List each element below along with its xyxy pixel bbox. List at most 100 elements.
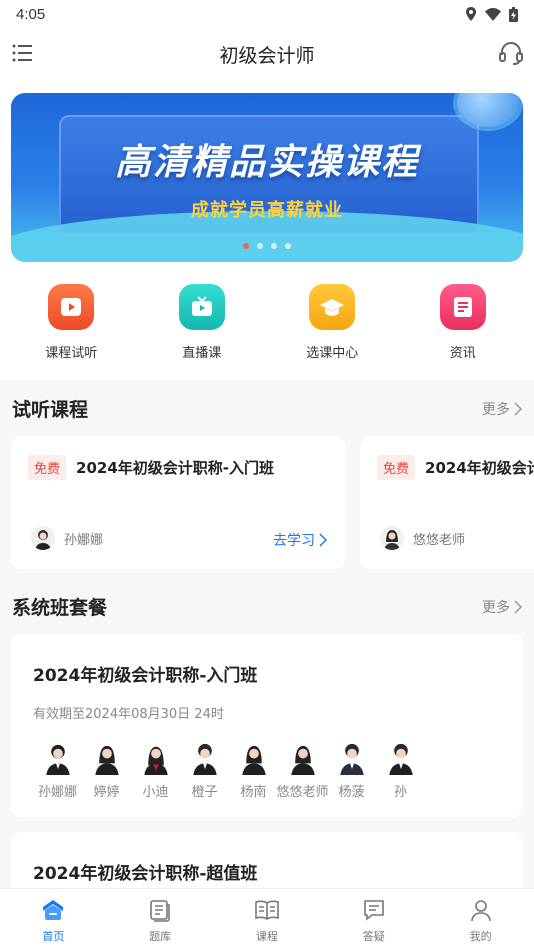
avatar bbox=[380, 526, 404, 550]
quick-item-course-trial[interactable]: 课程试听 bbox=[16, 284, 126, 364]
tv-icon bbox=[178, 284, 225, 330]
banner-pagination bbox=[11, 243, 523, 249]
teacher-item: 橙子 bbox=[180, 740, 229, 800]
headset-icon bbox=[499, 42, 523, 65]
avatar bbox=[339, 743, 364, 775]
more-label: 更多 bbox=[482, 599, 510, 616]
quick-item-live[interactable]: 直播课 bbox=[147, 284, 257, 364]
course-book-icon bbox=[255, 900, 279, 920]
package-section-header: 系统班套餐 更多 bbox=[12, 593, 522, 620]
trial-card-header: 免费 2024年初级会计职称-入门班 bbox=[28, 455, 274, 480]
bottom-tab-bar: 首页 题库 课程 答疑 我的 bbox=[0, 888, 534, 950]
tab-home[interactable]: 首页 bbox=[0, 889, 107, 950]
trial-course-card[interactable]: 免费 2024年初级会计职称-入门班 孙娜娜 去学习 bbox=[11, 436, 345, 569]
teacher-item: 小迪 bbox=[131, 740, 180, 800]
tab-label: 课程 bbox=[255, 930, 278, 943]
trial-section-header: 试听课程 更多 bbox=[12, 395, 522, 422]
tab-question-bank[interactable]: 题库 bbox=[107, 889, 214, 950]
location-icon bbox=[466, 7, 476, 21]
graduation-cap-icon bbox=[309, 284, 356, 330]
tab-label: 题库 bbox=[149, 930, 172, 943]
question-bank-icon bbox=[150, 900, 170, 922]
tab-profile[interactable]: 我的 bbox=[427, 889, 534, 950]
wifi-icon bbox=[485, 7, 501, 21]
go-study-label: 去学习 bbox=[273, 533, 315, 549]
avatar bbox=[241, 745, 266, 775]
banner-dot[interactable] bbox=[257, 243, 263, 249]
news-icon bbox=[439, 284, 486, 330]
avatar bbox=[31, 526, 55, 550]
section-title: 系统班套餐 bbox=[12, 597, 108, 619]
go-study-link[interactable]: 去学习 bbox=[273, 530, 327, 550]
chevron-right-icon bbox=[319, 533, 327, 547]
play-icon bbox=[48, 284, 95, 330]
trial-more-link[interactable]: 更多 bbox=[482, 399, 522, 419]
trial-card-header: 免费 2024年初级会计职称-入门班 bbox=[377, 455, 534, 480]
teacher-name: 孙娜娜 bbox=[64, 532, 104, 548]
tab-label: 我的 bbox=[469, 930, 492, 943]
page-title: 初级会计师 bbox=[219, 44, 315, 67]
home-icon bbox=[43, 900, 64, 920]
teacher-item: 孙 bbox=[376, 740, 425, 800]
quick-item-label: 选课中心 bbox=[306, 346, 359, 361]
banner-title: 高清精品实操课程 bbox=[114, 142, 419, 183]
teacher-name: 婷婷 bbox=[93, 785, 120, 800]
teacher-item: 婷婷 bbox=[82, 740, 131, 800]
teacher-name: 孙 bbox=[393, 785, 407, 800]
tab-qa[interactable]: 答疑 bbox=[320, 889, 427, 950]
teacher-name: 橙子 bbox=[191, 785, 218, 800]
banner-dot[interactable] bbox=[271, 243, 277, 249]
teacher-item: 孙娜娜 bbox=[33, 740, 82, 800]
tab-course[interactable]: 课程 bbox=[214, 889, 321, 950]
banner-subtitle: 成就学员高薪就业 bbox=[191, 200, 343, 221]
package-title: 2024年初级会计职称-超值班 bbox=[33, 864, 258, 884]
chevron-right-icon bbox=[514, 599, 522, 614]
teacher-name: 悠悠老师 bbox=[276, 785, 329, 800]
avatar bbox=[94, 745, 119, 775]
avatar bbox=[290, 745, 315, 775]
trial-course-card[interactable]: 免费 2024年初级会计职称-入门班 悠悠老师 bbox=[360, 436, 534, 569]
teacher-item: 杨南 bbox=[229, 740, 278, 800]
menu-button[interactable] bbox=[10, 40, 36, 66]
list-menu-icon bbox=[12, 44, 32, 62]
avatar bbox=[388, 743, 413, 775]
free-tag: 免费 bbox=[28, 455, 67, 480]
package-card[interactable]: 2024年初级会计职称-入门班 有效期至2024年08月30日 24时 孙娜娜 … bbox=[11, 634, 523, 817]
course-title: 2024年初级会计职称-入门班 bbox=[76, 459, 274, 477]
avatar bbox=[192, 743, 217, 775]
teacher-name: 小迪 bbox=[142, 785, 169, 800]
customer-service-button[interactable] bbox=[498, 40, 524, 66]
status-time: 4:05 bbox=[16, 5, 46, 23]
teacher-item: 杨菠 bbox=[327, 740, 376, 800]
quick-item-course-center[interactable]: 选课中心 bbox=[277, 284, 387, 364]
tab-label: 答疑 bbox=[362, 930, 385, 943]
avatar bbox=[143, 746, 168, 775]
chevron-right-icon bbox=[514, 401, 522, 416]
quick-item-label: 资讯 bbox=[449, 346, 476, 361]
teacher-name: 杨菠 bbox=[338, 785, 365, 800]
app-header: 初级会计师 bbox=[0, 28, 534, 80]
teacher-info: 悠悠老师 bbox=[380, 526, 465, 550]
more-label: 更多 bbox=[482, 401, 510, 418]
battery-icon bbox=[509, 6, 518, 22]
free-tag: 免费 bbox=[377, 455, 416, 480]
quick-item-label: 课程试听 bbox=[45, 346, 98, 361]
banner-dot[interactable] bbox=[243, 243, 249, 249]
teacher-list: 孙娜娜 婷婷 小迪 橙子 杨南 悠悠老师 杨菠 孙 bbox=[33, 740, 425, 800]
status-bar: 4:05 bbox=[0, 0, 534, 28]
banner-dot[interactable] bbox=[285, 243, 291, 249]
quick-item-news[interactable]: 资讯 bbox=[408, 284, 518, 364]
teacher-info: 孙娜娜 bbox=[31, 526, 103, 550]
package-title: 2024年初级会计职称-入门班 bbox=[33, 666, 258, 686]
package-more-link[interactable]: 更多 bbox=[482, 597, 522, 617]
qa-icon bbox=[363, 900, 384, 921]
avatar bbox=[45, 744, 70, 775]
package-validity: 有效期至2024年08月30日 24时 bbox=[33, 707, 224, 722]
promo-banner[interactable]: 高清精品实操课程 成就学员高薪就业 bbox=[11, 93, 523, 262]
teacher-name: 杨南 bbox=[240, 785, 267, 800]
course-title: 2024年初级会计职称-入门班 bbox=[425, 459, 534, 477]
tab-label: 首页 bbox=[42, 930, 65, 943]
section-title: 试听课程 bbox=[12, 399, 89, 421]
teacher-name: 孙娜娜 bbox=[37, 785, 77, 800]
profile-icon bbox=[470, 900, 491, 922]
